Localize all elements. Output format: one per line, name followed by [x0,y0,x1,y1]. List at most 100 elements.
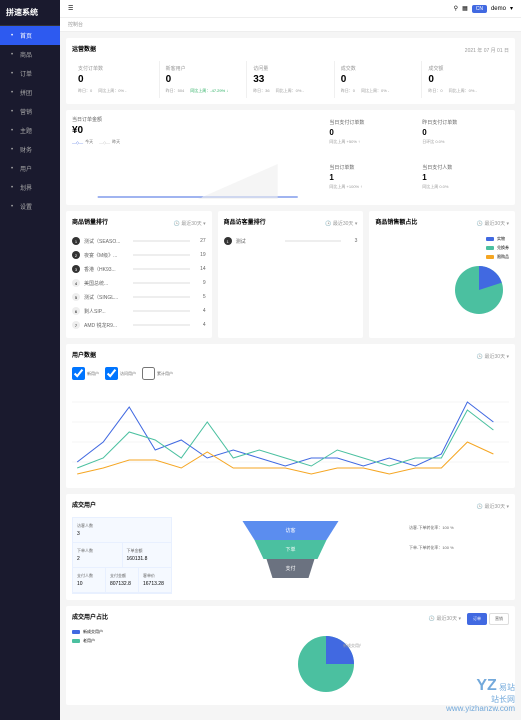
legend-item[interactable]: 新成交用户 [72,629,132,635]
breadcrumb: 控制台 [60,18,521,32]
today-amount-value: ¥0 [72,125,323,136]
rank-sales-card: 商品销量排行 🕓 最近30天 ▾ 1测试（SEASO...272夜宴《M级》..… [66,211,212,338]
topbar: ☰ ⚲ ▦ CN demo ▾ [60,0,521,18]
sidebar-item-tag[interactable]: • 营销 [0,102,60,121]
sidebar-item-theme[interactable]: • 主题 [0,121,60,140]
stat-box: 支付订单数0昨日：0同比上周：0% - [72,61,160,98]
sidebar: 拼速系统 •首页•商品•订单•拼团•营销•主题•财务•用户•划界•设置 [0,0,60,720]
sidebar-item-label: 用户 [20,164,32,173]
chart-series-toggle[interactable]: 累计用户 [142,367,173,380]
svg-text:新成交用户: 新成交用户 [343,642,361,648]
main: ☰ ⚲ ▦ CN demo ▾ 控制台 运营数据 2021 年 07 月 01 … [60,0,521,720]
today-line-chart [72,149,323,199]
search-icon[interactable]: ⚲ [454,5,458,12]
app-logo: 拼速系统 [0,0,60,26]
tag-icon: • [8,108,16,116]
stat-box: 成交数0昨日：0同比上周：0% - [335,61,423,98]
legend-today[interactable]: —◇—今天 [72,139,93,145]
ruler-icon: • [8,184,16,192]
rank-visit-card: 商品访客量排行 🕓 最近30天 ▾ 1测试3 [218,211,364,338]
funnel-table: 访客人数3下单人数2下单金额160131.8支付人数10支付金额807132.8… [72,517,172,594]
rank-sales-period[interactable]: 🕓 最近30天 ▾ [174,220,206,227]
funnel-step: 下单 [246,540,336,559]
sidebar-item-user[interactable]: • 用户 [0,159,60,178]
box-icon: • [8,51,16,59]
pie-card: 商品销售额占比 🕓 最近30天 ▾ 实物兑换券限购品 [369,211,515,338]
funnel-note: 下单-下单转化率：100 % [409,545,509,551]
deal-period[interactable]: 🕓 最近30天 ▾ [429,615,461,622]
today-card: 当日订单金额 ¥0 —◇—今天 —◇—昨天 当 [66,110,515,205]
rank-visit-period[interactable]: 🕓 最近30天 ▾ [325,220,357,227]
legend-yesterday[interactable]: —◇—昨天 [99,139,120,145]
sidebar-item-label: 营销 [20,107,32,116]
overview-card: 运营数据 2021 年 07 月 01 日 支付订单数0昨日：0同比上周：0% … [66,38,515,104]
sales-pie-chart [449,260,509,320]
sidebar-item-box[interactable]: • 商品 [0,45,60,64]
funnel-note: 访客-下单转化率：100 % [409,525,509,531]
legend-item[interactable]: 兑换券 [486,245,509,251]
deal-tab-button[interactable]: 营销 [489,613,509,625]
sidebar-item-label: 划界 [20,183,32,192]
funnel-card: 成交用户 🕓 最近30天 ▾ 访客人数3下单人数2下单金额160131.8支付人… [66,494,515,600]
rank-item: 5测试（SINGL...5 [72,290,206,304]
funnel-step: 访客 [231,521,351,540]
list-icon: • [8,70,16,78]
stat-box: 访问量33昨日：36同比上周：0% - [247,61,335,98]
sidebar-item-list[interactable]: •订单 [0,64,60,83]
sidebar-item-label: 主题 [20,126,32,135]
deal-pie-chart: 新成交用户 [291,629,361,699]
grid-icon[interactable]: ▦ [462,5,468,12]
menu-toggle-icon[interactable]: ☰ [68,5,73,12]
users-period[interactable]: 🕓 最近30天 ▾ [477,353,509,360]
sidebar-item-label: 商品 [20,50,32,59]
users-line-chart [72,382,509,482]
deal-title: 成交用户占比 [72,612,108,621]
sidebar-item-label: 首页 [20,31,32,40]
rank-item: 4美国总统...9 [72,276,206,290]
rank-sales-title: 商品销量排行 [72,217,108,226]
user-icon: • [8,165,16,173]
funnel-notes: 访客-下单转化率：100 % 下单-下单转化率：100 % [409,517,509,594]
deal-tab-button[interactable]: 订单 [467,613,487,625]
funnel-step: 支付 [261,559,321,578]
sidebar-item-label: 设置 [20,202,32,211]
watermark: YZ 易站 站长网 www.yizhanzw.com [446,676,515,714]
rank-item: 1测试（SEASO...27 [72,234,206,248]
sidebar-item-label: 财务 [20,145,32,154]
sidebar-item-ruler[interactable]: • 划界 [0,178,60,197]
sidebar-item-group[interactable]: • 拼团 [0,83,60,102]
sidebar-item-label: 拼团 [20,88,32,97]
funnel-chart: 访客下单支付 [180,517,401,594]
small-stat: 昨日支付订单数0日环比 0.0% [422,116,509,155]
home-icon: • [8,32,16,40]
sidebar-item-money[interactable]: •财务 [0,140,60,159]
users-title: 用户数据 [72,350,96,359]
rank-item: 6剩人SIP...4 [72,304,206,318]
stat-box: 成交额0昨日：0同比上周：0% - [422,61,509,98]
sidebar-item-gear[interactable]: • 设置 [0,197,60,216]
group-icon: • [8,89,16,97]
lang-badge[interactable]: CN [472,5,487,13]
legend-item[interactable]: 老用户 [72,638,132,644]
small-stat: 当日支付订单数0同比上周 +50% ↑ [329,116,416,155]
sidebar-item-home[interactable]: • 首页 [0,26,60,45]
theme-icon: • [8,127,16,135]
chart-series-toggle[interactable]: 新用户 [72,367,99,380]
users-card: 用户数据 🕓 最近30天 ▾ 新用户 访问用户 累计用户 [66,344,515,488]
overview-title: 运营数据 [72,44,96,53]
pie-period[interactable]: 🕓 最近30天 ▾ [477,220,509,227]
rank-item: 2夜宴《M级》...19 [72,248,206,262]
rank-item: 1测试3 [224,234,358,248]
legend-item[interactable]: 实物 [486,236,509,242]
stat-box: 新客用户0昨日：504同比上周：-47.29% ↓ [160,61,248,98]
pie-title: 商品销售额占比 [375,217,417,226]
funnel-period[interactable]: 🕓 最近30天 ▾ [477,503,509,510]
user-name[interactable]: demo [491,6,506,12]
gear-icon: • [8,203,16,211]
rank-visit-title: 商品访客量排行 [224,217,266,226]
chart-series-toggle[interactable]: 访问用户 [105,367,136,380]
chevron-down-icon[interactable]: ▾ [510,5,513,12]
small-stat: 当日订单数1同比上周 +100% ↑ [329,161,416,200]
today-amount-title: 当日订单金额 [72,116,323,123]
small-stat: 当日支付人数1同比上周 0.0% [422,161,509,200]
